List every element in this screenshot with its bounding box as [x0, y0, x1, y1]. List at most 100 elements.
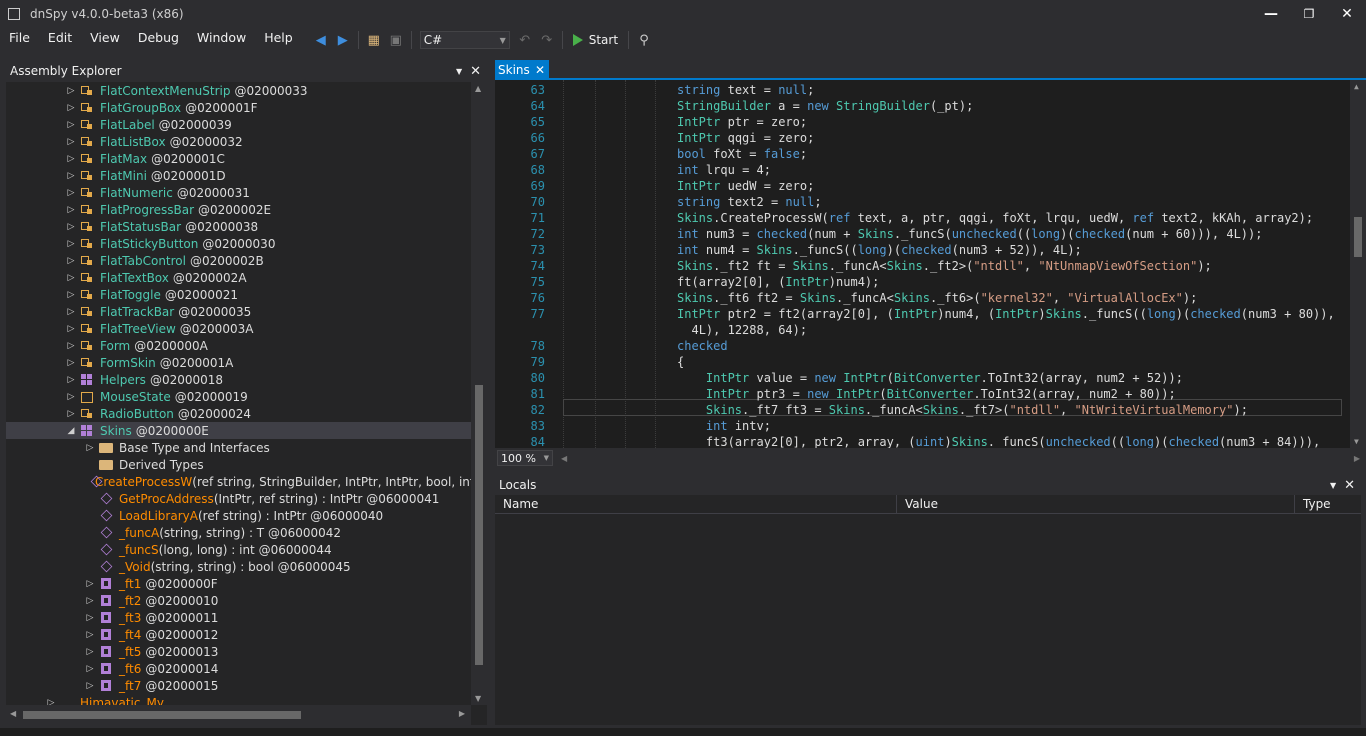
code-line[interactable]: 66 IntPtr qqgi = zero;	[495, 130, 1345, 146]
dropdown-icon[interactable]: ▼	[1330, 481, 1336, 490]
tree-item-flatgroupbox[interactable]: ▷ FlatGroupBox @0200001F	[6, 99, 471, 116]
back-icon[interactable]: ◀	[312, 31, 330, 49]
code-line[interactable]: 72 int num3 = checked(num + Skins._funcS(…	[495, 226, 1345, 242]
minimize-button[interactable]: —	[1252, 0, 1290, 28]
menu-edit[interactable]: Edit	[39, 28, 81, 52]
collapsed-arrow-icon[interactable]: ▷	[85, 579, 95, 589]
collapsed-arrow-icon[interactable]: ▷	[85, 443, 95, 453]
scroll-up-icon[interactable]: ▲	[475, 84, 481, 93]
code-editor[interactable]: ▲ ▼ 63 string text = null; 64 StringBuilder…	[495, 80, 1366, 448]
tree-item-flatprogressbar[interactable]: ▷ FlatProgressBar @0200002E	[6, 201, 471, 218]
code-line[interactable]: 81 IntPtr ptr3 = new IntPtr(BitConverter…	[495, 386, 1345, 402]
open-icon[interactable]: ▦	[365, 31, 383, 49]
menu-view[interactable]: View	[81, 28, 129, 52]
tree-item-formskin[interactable]: ▷ FormSkin @0200001A	[6, 354, 471, 371]
menu-help[interactable]: Help	[255, 28, 302, 52]
language-select[interactable]: C# ▼	[419, 31, 510, 49]
code-line[interactable]: 64 StringBuilder a = new StringBuilder(_p…	[495, 98, 1345, 114]
tree-item-helpers[interactable]: ▷ Helpers @02000018	[6, 371, 471, 388]
collapsed-arrow-icon[interactable]: ▷	[66, 222, 76, 232]
collapsed-arrow-icon[interactable]: ▷	[66, 290, 76, 300]
code-line[interactable]: 82 Skins._ft7 ft3 = Skins._funcA<Skins._…	[495, 402, 1345, 418]
collapsed-arrow-icon[interactable]: ▷	[66, 205, 76, 215]
tree-folder[interactable]: Derived Types	[6, 456, 471, 473]
tree-nested-type[interactable]: ▷ _ft2 @02000010	[6, 592, 471, 609]
save-icon[interactable]: ▣	[387, 31, 405, 49]
scroll-right-icon[interactable]: ▶	[459, 709, 465, 718]
collapsed-arrow-icon[interactable]: ▷	[66, 358, 76, 368]
tree-item-flatstatusbar[interactable]: ▷ FlatStatusBar @02000038	[6, 218, 471, 235]
collapsed-arrow-icon[interactable]: ▷	[66, 273, 76, 283]
collapsed-arrow-icon[interactable]: ▷	[66, 120, 76, 130]
collapsed-arrow-icon[interactable]: ▷	[66, 86, 76, 96]
hscroll-thumb[interactable]	[23, 711, 301, 719]
code-line[interactable]: 63 string text = null;	[495, 82, 1345, 98]
tree-nested-type[interactable]: ▷ _ft7 @02000015	[6, 677, 471, 694]
collapsed-arrow-icon[interactable]: ▷	[46, 698, 56, 706]
tree-item-flatnumeric[interactable]: ▷ FlatNumeric @02000031	[6, 184, 471, 201]
close-icon[interactable]: ✕	[470, 64, 481, 79]
tree-method[interactable]: CreateProcessW (ref string, StringBuilder…	[6, 473, 471, 490]
menu-debug[interactable]: Debug	[129, 28, 188, 52]
tree-item-flattextbox[interactable]: ▷ FlatTextBox @0200002A	[6, 269, 471, 286]
collapsed-arrow-icon[interactable]: ▷	[66, 409, 76, 419]
collapsed-arrow-icon[interactable]: ▷	[66, 341, 76, 351]
collapsed-arrow-icon[interactable]: ▷	[66, 392, 76, 402]
tree-item-flatlabel[interactable]: ▷ FlatLabel @02000039	[6, 116, 471, 133]
tree-method[interactable]: GetProcAddress (IntPtr, ref string) : Int…	[6, 490, 471, 507]
scroll-down-icon[interactable]: ▼	[475, 694, 481, 703]
tree-namespace[interactable]: ▷ Himavatic_My	[6, 694, 471, 706]
collapsed-arrow-icon[interactable]: ▷	[66, 239, 76, 249]
code-line[interactable]: 79 {	[495, 354, 1345, 370]
tree-nested-type[interactable]: ▷ _ft5 @02000013	[6, 643, 471, 660]
scroll-up-icon[interactable]: ▲	[1354, 82, 1359, 91]
tree-item-flattabcontrol[interactable]: ▷ FlatTabControl @0200002B	[6, 252, 471, 269]
column-type[interactable]: Type	[1295, 495, 1361, 514]
code-line[interactable]: 70 string text2 = null;	[495, 194, 1345, 210]
tree-horizontal-scrollbar[interactable]: ◀ ▶	[6, 705, 471, 725]
tree-nested-type[interactable]: ▷ _ft4 @02000012	[6, 626, 471, 643]
tree-item-flatlistbox[interactable]: ▷ FlatListBox @02000032	[6, 133, 471, 150]
collapsed-arrow-icon[interactable]: ▷	[66, 171, 76, 181]
menu-file[interactable]: File	[0, 28, 39, 52]
code-vertical-scrollbar[interactable]: ▲ ▼	[1350, 80, 1366, 448]
code-scroll-thumb[interactable]	[1354, 217, 1362, 257]
code-line[interactable]: 75 ft(array2[0], (IntPtr)num4);	[495, 274, 1345, 290]
collapsed-arrow-icon[interactable]: ▷	[85, 664, 95, 674]
collapsed-arrow-icon[interactable]: ▷	[85, 630, 95, 640]
tab-close-icon[interactable]: ✕	[535, 63, 545, 77]
tree-method[interactable]: _funcS (long, long) : int @06000044	[6, 541, 471, 558]
dropdown-icon[interactable]: ▼	[456, 67, 462, 76]
tree-item-flattrackbar[interactable]: ▷ FlatTrackBar @02000035	[6, 303, 471, 320]
tree-item-skins[interactable]: ◢ Skins @0200000E	[6, 422, 471, 439]
start-button[interactable]: Start	[567, 33, 624, 47]
collapsed-arrow-icon[interactable]: ▷	[85, 647, 95, 657]
menu-window[interactable]: Window	[188, 28, 255, 52]
tree-item-flatmini[interactable]: ▷ FlatMini @0200001D	[6, 167, 471, 184]
code-line[interactable]: 78 checked	[495, 338, 1345, 354]
collapsed-arrow-icon[interactable]: ▷	[85, 613, 95, 623]
collapsed-arrow-icon[interactable]: ▷	[66, 188, 76, 198]
code-line[interactable]: 68 int lrqu = 4;	[495, 162, 1345, 178]
forward-icon[interactable]: ▶	[334, 31, 352, 49]
code-line[interactable]: 71 Skins.CreateProcessW(ref text, a, ptr,…	[495, 210, 1345, 226]
tree-item-flattoggle[interactable]: ▷ FlatToggle @02000021	[6, 286, 471, 303]
collapsed-arrow-icon[interactable]: ▷	[66, 307, 76, 317]
tab-skins[interactable]: Skins ✕	[495, 60, 549, 80]
collapsed-arrow-icon[interactable]: ▷	[66, 103, 76, 113]
tree-item-mousestate[interactable]: ▷ MouseState @02000019	[6, 388, 471, 405]
tree-folder[interactable]: ▷ Base Type and Interfaces	[6, 439, 471, 456]
undo-icon[interactable]: ↶	[516, 31, 534, 49]
close-icon[interactable]: ✕	[1344, 478, 1355, 493]
collapsed-arrow-icon[interactable]: ▷	[85, 596, 95, 606]
tree-method[interactable]: _Void (string, string) : bool @06000045	[6, 558, 471, 575]
scroll-right-icon[interactable]: ▶	[1354, 454, 1360, 463]
tree-item-flatstickybutton[interactable]: ▷ FlatStickyButton @02000030	[6, 235, 471, 252]
code-line[interactable]: 73 int num4 = Skins._funcS((long)(checked…	[495, 242, 1345, 258]
code-line[interactable]: 4L), 12288, 64);	[495, 322, 1345, 338]
tree-vertical-scrollbar[interactable]: ▲ ▼	[471, 82, 487, 705]
column-value[interactable]: Value	[897, 495, 1295, 514]
search-icon[interactable]: ⚲	[635, 31, 653, 49]
zoom-select[interactable]: 100 % ▼	[497, 450, 553, 466]
code-line[interactable]: 84 ft3(array2[0], ptr2, array, (uint)Ski…	[495, 434, 1345, 448]
